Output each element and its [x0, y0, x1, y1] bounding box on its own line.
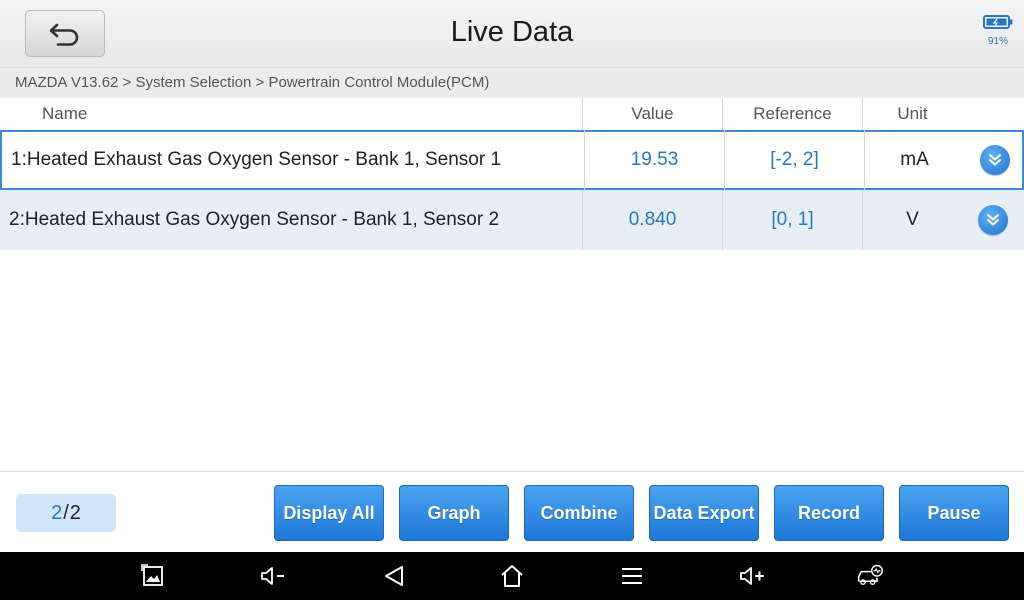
column-header-value: Value	[582, 98, 722, 130]
page-total: 2	[69, 501, 81, 524]
row-name: 1:Heated Exhaust Gas Oxygen Sensor - Ban…	[11, 149, 502, 170]
row-name: 2:Heated Exhaust Gas Oxygen Sensor - Ban…	[9, 209, 500, 230]
page-separator: /	[63, 501, 69, 524]
chevron-double-down-icon	[987, 214, 999, 226]
data-export-button[interactable]: Data Export	[649, 485, 759, 541]
screenshot-icon[interactable]	[139, 562, 167, 590]
table-row[interactable]: 1:Heated Exhaust Gas Oxygen Sensor - Ban…	[0, 130, 1024, 190]
graph-button[interactable]: Graph	[399, 485, 509, 541]
row-value: 19.53	[584, 130, 724, 190]
expand-button[interactable]	[980, 145, 1010, 175]
table-row[interactable]: 2:Heated Exhaust Gas Oxygen Sensor - Ban…	[0, 190, 1024, 250]
row-unit: mA	[864, 130, 964, 190]
battery-icon	[983, 15, 1013, 29]
record-button[interactable]: Record	[774, 485, 884, 541]
pause-button[interactable]: Pause	[899, 485, 1009, 541]
menu-icon[interactable]	[618, 562, 646, 590]
battery-status: 91%	[982, 14, 1014, 47]
column-header-reference: Reference	[722, 98, 862, 130]
breadcrumb: MAZDA V13.62 > System Selection > Powert…	[0, 68, 1024, 98]
combine-button[interactable]: Combine	[524, 485, 634, 541]
top-bar: Live Data 91%	[0, 0, 1024, 68]
expand-button[interactable]	[978, 205, 1008, 235]
car-diagnostic-icon[interactable]	[856, 562, 884, 590]
volume-up-icon[interactable]	[738, 562, 766, 590]
row-unit: V	[862, 190, 962, 250]
battery-percent: 91%	[987, 36, 1008, 47]
table-header: Name Value Reference Unit	[0, 98, 1024, 130]
chevron-double-down-icon	[989, 154, 1001, 166]
page-current: 2	[51, 501, 63, 524]
home-icon[interactable]	[498, 562, 526, 590]
row-expand-cell	[964, 130, 1024, 190]
page-indicator: 2 / 2	[16, 494, 116, 532]
display-all-button[interactable]: Display All	[274, 485, 384, 541]
row-value: 0.840	[582, 190, 722, 250]
column-header-name: Name	[42, 104, 88, 123]
system-nav-bar	[0, 552, 1024, 600]
row-reference: [-2, 2]	[724, 130, 864, 190]
bottom-toolbar: 2 / 2 Display All Graph Combine Data Exp…	[0, 471, 1024, 552]
back-triangle-icon[interactable]	[380, 562, 408, 590]
page-title: Live Data	[450, 16, 574, 48]
row-expand-cell	[962, 190, 1024, 250]
column-header-unit: Unit	[862, 98, 962, 130]
volume-down-icon[interactable]	[259, 562, 287, 590]
row-reference: [0, 1]	[722, 190, 862, 250]
